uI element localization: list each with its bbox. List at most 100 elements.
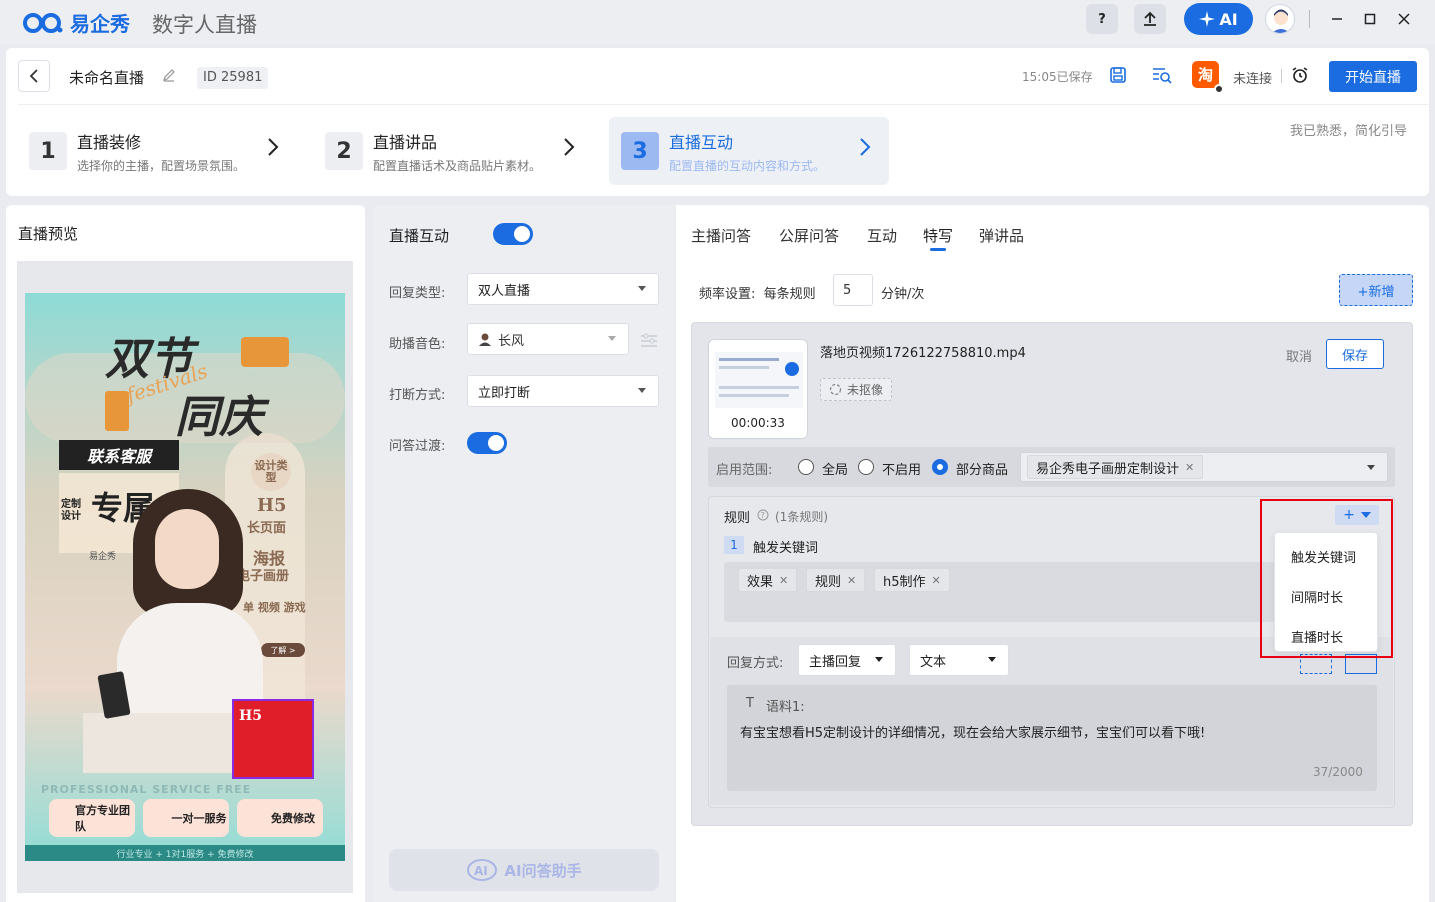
video-thumbnail[interactable]: 00:00:33 <box>708 339 808 439</box>
tab-interact[interactable]: 互动 <box>867 225 897 246</box>
reply-type-value: 双人直播 <box>478 283 531 299</box>
tab-pop-product[interactable]: 弹讲品 <box>979 225 1024 246</box>
live-preview-image: 双节 同庆 festivals 联系客服 定制设计 专属 易企秀 设计类型 H5… <box>25 293 345 861</box>
close-icon <box>1398 13 1410 25</box>
interrupt-value: 立即打断 <box>478 385 531 401</box>
skip-guide-link[interactable]: 我已熟悉，简化引导 <box>1290 120 1407 139</box>
logo-text: 易企秀 <box>70 12 130 36</box>
add-new-button[interactable]: +新增 <box>1339 274 1413 306</box>
timer-button[interactable] <box>1289 64 1311 86</box>
caret-down-icon <box>875 657 883 662</box>
tab-closeup[interactable]: 特写 <box>923 225 953 246</box>
highlight-annotation <box>1260 499 1393 658</box>
connection-status-dot <box>1214 84 1224 94</box>
step-title: 直播装修 <box>77 132 142 152</box>
product-chip: 易企秀电子画册定制设计 ✕ <box>1027 455 1204 479</box>
app-title: 数字人直播 <box>152 13 257 37</box>
step-number: 1 <box>29 132 67 170</box>
reply-mode-select[interactable]: 主播回复 <box>798 644 896 676</box>
ai-button-label: AI <box>1219 9 1238 29</box>
user-avatar[interactable] <box>1265 4 1295 34</box>
ai-button[interactable]: AI <box>1184 3 1253 35</box>
rules-count: (1条规则) <box>775 510 828 524</box>
app-logo: 易企秀 <box>22 8 130 37</box>
ai-assistant-button[interactable]: AI AI问答助手 <box>389 849 659 891</box>
keyword-chip: h5制作 ✕ <box>874 568 950 592</box>
voice-settings-button[interactable] <box>640 333 658 353</box>
rule-name: 触发关键词 <box>753 541 819 556</box>
reply-format-select[interactable]: 文本 <box>909 644 1009 676</box>
step-desc: 选择你的主播，配置场景氛围。 <box>77 158 246 173</box>
corpus-text[interactable]: 有宝宝想看H5定制设计的详细情况，现在会给大家展示细节，宝宝们可以看下哦! <box>740 722 1205 741</box>
scope-radio-partial[interactable] <box>932 459 948 475</box>
voice-select[interactable]: 长风 <box>467 323 629 355</box>
freq-unit: 分钟/次 <box>881 287 925 302</box>
product-select[interactable]: 易企秀电子画册定制设计 ✕ <box>1020 452 1388 482</box>
thumb-line <box>719 394 789 397</box>
cancel-button[interactable]: 取消 <box>1286 346 1312 365</box>
start-live-button[interactable]: 开始直播 <box>1329 61 1417 92</box>
rules-title: 规则 <box>724 511 751 526</box>
keyword-label: 规则 <box>815 574 842 590</box>
help-button[interactable]: ? <box>1086 4 1118 34</box>
close-window-button[interactable] <box>1393 8 1415 30</box>
poster-brand: 易企秀 <box>89 552 117 562</box>
thumb-dot <box>785 362 799 376</box>
reply-type-label: 回复类型: <box>389 286 446 301</box>
poster-ebook: 电子画册 <box>237 569 290 584</box>
minimize-button[interactable] <box>1326 8 1348 30</box>
thumb-line <box>719 366 769 369</box>
back-button[interactable] <box>18 60 50 92</box>
step-2[interactable]: 2 直播讲品 配置直播话术及商品贴片素材。 <box>325 117 595 185</box>
upload-icon <box>1144 11 1156 26</box>
keyword-label: h5制作 <box>883 574 926 590</box>
taobao-label: 淘 <box>1197 66 1213 84</box>
caret-down-icon <box>638 388 646 393</box>
poster-badge-2: 一对一服务 <box>143 799 229 837</box>
scope-option-disabled[interactable]: 不启用 <box>882 459 921 478</box>
preview-search-button[interactable] <box>1151 64 1173 86</box>
question-circle-icon: ? <box>757 509 769 521</box>
scope-radio-global[interactable] <box>798 459 814 475</box>
id-value: 25981 <box>221 70 263 85</box>
maximize-button[interactable] <box>1359 8 1381 30</box>
svg-text:?: ? <box>761 511 765 520</box>
connection-status: 未连接 <box>1233 72 1273 87</box>
chip-close-icon[interactable]: ✕ <box>1185 461 1194 474</box>
video-file-name: 落地页视频1726122758810.mp4 <box>820 346 1026 361</box>
caret-down-icon <box>988 657 996 662</box>
chip-close-icon[interactable]: ✕ <box>847 574 856 587</box>
scope-option-global[interactable]: 全局 <box>822 459 848 478</box>
scope-radio-disabled[interactable] <box>858 459 874 475</box>
frequency-input[interactable]: 5 <box>833 274 873 306</box>
tab-host-qa[interactable]: 主播问答 <box>691 225 751 246</box>
poster-footer: 行业专业 + 1对1服务 + 免费修改 <box>25 845 345 861</box>
chip-close-icon[interactable]: ✕ <box>932 574 941 587</box>
step-desc: 配置直播话术及商品贴片素材。 <box>373 158 542 173</box>
edit-name-button[interactable] <box>162 68 176 86</box>
reply-type-select[interactable]: 双人直播 <box>467 273 659 305</box>
poster-slogan: PROFESSIONAL SERVICE FREE <box>41 783 252 796</box>
matting-status[interactable]: 未抠像 <box>820 378 893 401</box>
poster-learn-more: 了解 > <box>261 643 305 657</box>
active-tab-indicator <box>930 248 946 251</box>
taobao-icon[interactable]: 淘 <box>1192 61 1219 88</box>
save-button[interactable]: 保存 <box>1326 339 1384 369</box>
scope-option-partial[interactable]: 部分商品 <box>956 459 1008 478</box>
interaction-toggle[interactable] <box>493 223 533 245</box>
qa-transition-toggle[interactable] <box>467 432 507 454</box>
caret-down-icon <box>1367 465 1375 470</box>
step-1[interactable]: 1 直播装修选择你的主播，配置场景氛围。 <box>29 117 299 185</box>
step-3[interactable]: 3 直播互动 配置直播的互动内容和方式。 <box>609 117 889 185</box>
chip-close-icon[interactable]: ✕ <box>779 574 788 587</box>
interrupt-select[interactable]: 立即打断 <box>467 375 659 407</box>
upload-button[interactable] <box>1134 4 1166 34</box>
interrupt-label: 打断方式: <box>389 388 446 403</box>
rules-help-button[interactable]: ? <box>757 509 769 525</box>
reply-mode-label: 回复方式: <box>727 656 784 671</box>
save-draft-button[interactable] <box>1107 64 1129 86</box>
poster-badge <box>241 337 289 367</box>
chevron-right-icon <box>860 138 871 156</box>
loading-circle-icon <box>829 383 842 396</box>
tab-public-qa[interactable]: 公屏问答 <box>779 225 839 246</box>
